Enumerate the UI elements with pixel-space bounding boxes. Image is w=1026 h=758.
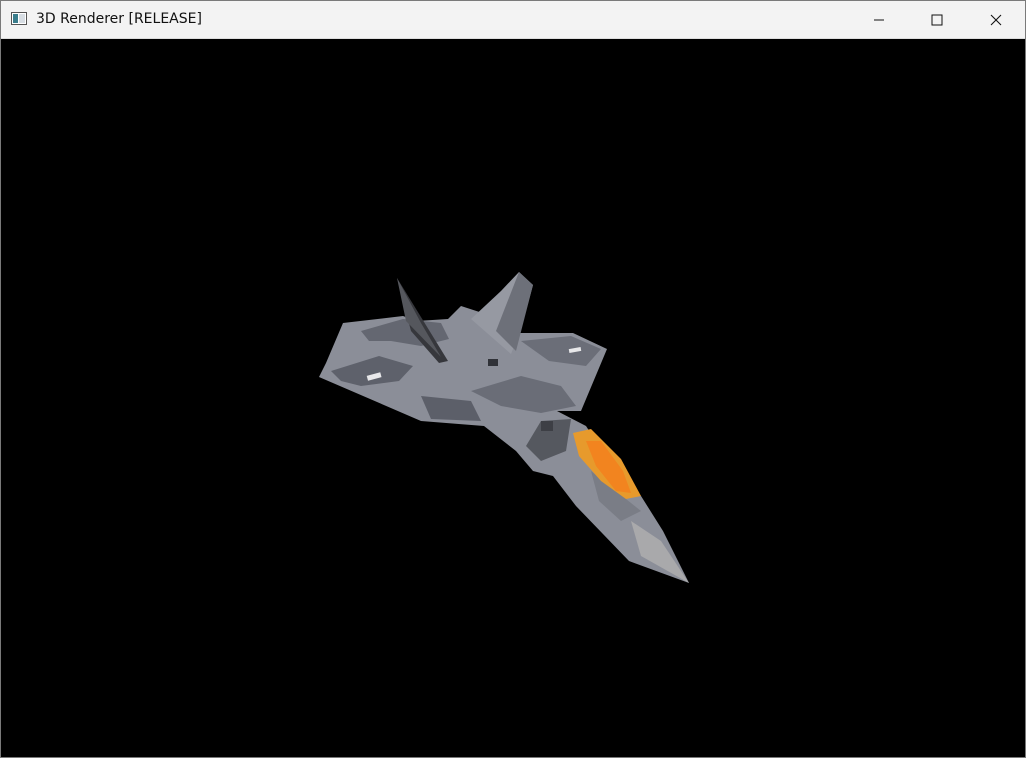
close-button[interactable] <box>967 1 1025 38</box>
maximize-icon <box>931 14 943 25</box>
title-bar[interactable]: 3D Renderer [RELEASE] <box>1 1 1025 39</box>
render-viewport[interactable] <box>1 39 1025 757</box>
minimize-button[interactable] <box>850 1 908 38</box>
window-title: 3D Renderer [RELEASE] <box>36 11 202 27</box>
app-icon <box>11 12 27 25</box>
render-canvas <box>1 39 1025 757</box>
maximize-button[interactable] <box>908 1 966 38</box>
app-window: 3D Renderer [RELEASE] <box>0 0 1026 758</box>
minimize-icon <box>874 19 884 20</box>
close-icon <box>990 14 1002 25</box>
